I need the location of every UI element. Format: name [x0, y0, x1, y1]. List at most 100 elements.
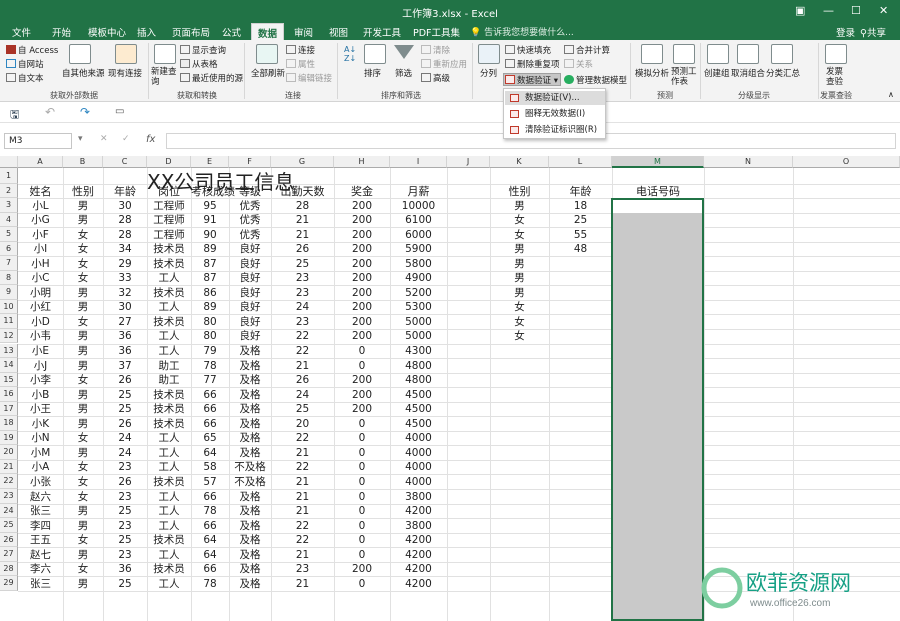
- data-cell[interactable]: 工人: [147, 300, 191, 314]
- data-cell[interactable]: 4200: [390, 504, 447, 518]
- header-cell[interactable]: 奖金: [334, 185, 390, 199]
- row-header-12[interactable]: 12: [0, 328, 18, 344]
- data-cell[interactable]: 4200: [390, 562, 447, 576]
- data-cell[interactable]: 男: [63, 213, 103, 227]
- data-cell[interactable]: 工人: [147, 446, 191, 460]
- data-cell[interactable]: 4500: [390, 417, 447, 431]
- data-cell[interactable]: 4500: [390, 402, 447, 416]
- data-cell[interactable]: 工程师: [147, 213, 191, 227]
- data-cell[interactable]: 技术员: [147, 242, 191, 256]
- data-cell[interactable]: 技术员: [147, 417, 191, 431]
- from-text-button[interactable]: 自文本: [6, 72, 44, 84]
- row-header-22[interactable]: 22: [0, 474, 18, 489]
- data-cell[interactable]: 0: [334, 446, 390, 460]
- side-gender-cell[interactable]: 女: [490, 300, 549, 314]
- row-header-11[interactable]: 11: [0, 314, 18, 329]
- row-header-21[interactable]: 21: [0, 459, 18, 475]
- side-age-cell[interactable]: 25: [549, 213, 612, 227]
- data-cell[interactable]: 优秀: [229, 199, 271, 213]
- data-cell[interactable]: 24: [271, 388, 334, 402]
- data-cell[interactable]: 男: [63, 359, 103, 373]
- column-header-F[interactable]: F: [229, 156, 271, 168]
- data-cell[interactable]: 4000: [390, 460, 447, 474]
- invoice-check-button[interactable]: 发票查验: [826, 67, 846, 87]
- data-cell[interactable]: 小M: [18, 446, 63, 460]
- row-header-1[interactable]: 1: [0, 168, 18, 184]
- row-header-17[interactable]: 17: [0, 401, 18, 417]
- relationships-button[interactable]: 关系: [564, 58, 593, 70]
- data-cell[interactable]: 李六: [18, 562, 63, 576]
- side-gender-cell[interactable]: 男: [490, 286, 549, 300]
- data-cell[interactable]: 男: [63, 402, 103, 416]
- header-cell[interactable]: 岗位: [147, 185, 191, 199]
- data-cell[interactable]: 小韦: [18, 329, 63, 343]
- data-cell[interactable]: 32: [103, 286, 147, 300]
- data-cell[interactable]: 良好: [229, 329, 271, 343]
- data-cell[interactable]: 优秀: [229, 213, 271, 227]
- data-cell[interactable]: 10000: [390, 199, 447, 213]
- data-cell[interactable]: 90: [191, 228, 229, 242]
- data-cell[interactable]: 0: [334, 431, 390, 445]
- redo-icon[interactable]: ↷: [80, 105, 90, 119]
- data-cell[interactable]: 5200: [390, 286, 447, 300]
- data-cell[interactable]: 及格: [229, 344, 271, 358]
- data-cell[interactable]: 95: [191, 199, 229, 213]
- data-cell[interactable]: 4200: [390, 577, 447, 591]
- data-cell[interactable]: 77: [191, 373, 229, 387]
- column-header-E[interactable]: E: [191, 156, 229, 168]
- data-cell[interactable]: 24: [271, 300, 334, 314]
- side-gender-cell[interactable]: 女: [490, 315, 549, 329]
- column-header-N[interactable]: N: [704, 156, 793, 168]
- data-cell[interactable]: 78: [191, 504, 229, 518]
- from-web-button[interactable]: 自网站: [6, 58, 44, 70]
- data-cell[interactable]: 3800: [390, 490, 447, 504]
- data-cell[interactable]: 技术员: [147, 286, 191, 300]
- side-gender-cell[interactable]: 男: [490, 271, 549, 285]
- enter-icon[interactable]: ✓: [122, 134, 130, 144]
- data-cell[interactable]: 37: [103, 359, 147, 373]
- recent-sources-button[interactable]: 最近使用的源: [180, 72, 243, 84]
- data-cell[interactable]: 女: [63, 373, 103, 387]
- from-table-button[interactable]: 从表格: [180, 58, 218, 70]
- data-cell[interactable]: 0: [334, 577, 390, 591]
- data-cell[interactable]: 66: [191, 417, 229, 431]
- touch-mode-icon[interactable]: ▭: [115, 106, 124, 117]
- data-cell[interactable]: 男: [63, 548, 103, 562]
- row-header-27[interactable]: 27: [0, 547, 18, 562]
- maximize-button[interactable]: ☐: [851, 4, 861, 17]
- data-cell[interactable]: 4000: [390, 446, 447, 460]
- side-header-phone[interactable]: 电话号码: [612, 185, 704, 199]
- data-cell[interactable]: 工人: [147, 548, 191, 562]
- row-header-5[interactable]: 5: [0, 227, 18, 242]
- data-cell[interactable]: 58: [191, 460, 229, 474]
- data-cell[interactable]: 26: [103, 417, 147, 431]
- data-cell[interactable]: 66: [191, 402, 229, 416]
- data-cell[interactable]: 4800: [390, 373, 447, 387]
- data-cell[interactable]: 小王: [18, 402, 63, 416]
- data-cell[interactable]: 28: [271, 199, 334, 213]
- collapse-ribbon-icon[interactable]: ∧: [888, 90, 894, 99]
- data-cell[interactable]: 200: [334, 199, 390, 213]
- column-header-O[interactable]: O: [793, 156, 900, 168]
- data-cell[interactable]: 23: [103, 460, 147, 474]
- data-cell[interactable]: 小A: [18, 460, 63, 474]
- data-cell[interactable]: 22: [271, 329, 334, 343]
- data-cell[interactable]: 0: [334, 475, 390, 489]
- tab-formulas[interactable]: 公式: [222, 25, 241, 39]
- data-cell[interactable]: 0: [334, 344, 390, 358]
- row-header-6[interactable]: 6: [0, 241, 18, 257]
- data-cell[interactable]: 男: [63, 417, 103, 431]
- data-cell[interactable]: 女: [63, 562, 103, 576]
- data-cell[interactable]: 工程师: [147, 199, 191, 213]
- data-cell[interactable]: 小F: [18, 228, 63, 242]
- column-header-M[interactable]: M: [612, 156, 704, 168]
- data-cell[interactable]: 工人: [147, 577, 191, 591]
- data-cell[interactable]: 20: [271, 417, 334, 431]
- data-cell[interactable]: 技术员: [147, 388, 191, 402]
- tab-developer[interactable]: 开发工具: [363, 25, 401, 39]
- column-header-K[interactable]: K: [490, 156, 549, 168]
- row-header-14[interactable]: 14: [0, 358, 18, 373]
- data-cell[interactable]: 24: [103, 446, 147, 460]
- data-cell[interactable]: 男: [63, 199, 103, 213]
- column-header-L[interactable]: L: [549, 156, 612, 168]
